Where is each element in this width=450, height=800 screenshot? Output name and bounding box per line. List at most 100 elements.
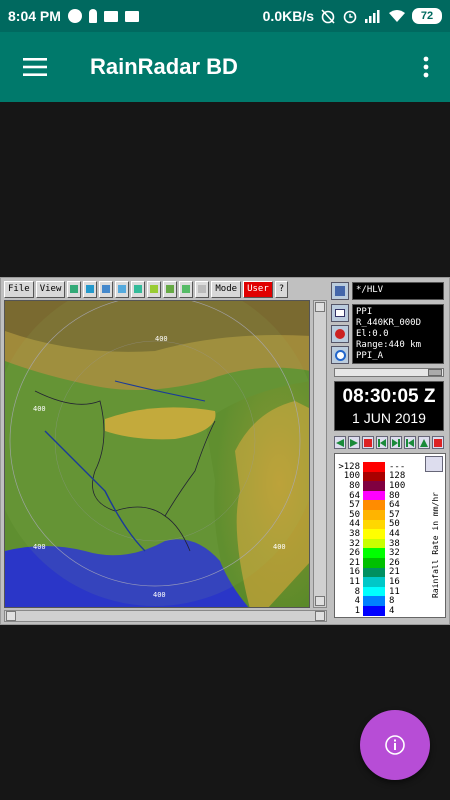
legend-high-value: 32 [389, 548, 400, 559]
scan-info: PPI R_440KR_000D El:0.0 Range:440 km PPI… [352, 304, 444, 364]
legend-low-value: 1 [354, 605, 360, 616]
range-label: 400 [33, 405, 46, 413]
legend-low-value: 57 [349, 500, 360, 511]
legend-swatch [363, 548, 385, 558]
legend-low-value: 100 [343, 471, 360, 482]
legend-low-value: 26 [349, 548, 360, 559]
info-line: R_440KR_000D [356, 318, 422, 328]
time-slider[interactable] [334, 368, 444, 377]
legend-swatch [363, 500, 385, 510]
scroll-left-icon[interactable] [6, 611, 16, 621]
vertical-scrollbar[interactable] [313, 300, 327, 608]
info-line: El:0.0 [356, 329, 389, 339]
overlay-icon[interactable] [163, 280, 178, 298]
wifi-alarm-icon [343, 10, 357, 24]
legend-row: 38 44 [335, 529, 411, 539]
legend-high-value: 16 [389, 576, 400, 587]
legend-row: 64 80 [335, 491, 411, 501]
more-vert-icon[interactable] [402, 32, 450, 102]
legend-swatch [363, 606, 385, 616]
legend-low-value: 44 [349, 519, 360, 530]
measure-icon[interactable] [131, 280, 146, 298]
network-speed: 0.0KB/s [262, 8, 314, 24]
legend-row: 21 26 [335, 558, 411, 568]
calendar-icon[interactable] [331, 304, 349, 322]
play-forward-icon[interactable] [348, 436, 360, 449]
legend-low-value: 38 [349, 528, 360, 539]
scroll-down-icon[interactable] [315, 596, 325, 606]
print-icon[interactable] [179, 280, 194, 298]
rainfall-legend: >128 --- 100 128 80 100 64 80 57 64 50 57 44 50 38 44 32… [334, 453, 446, 618]
help-button[interactable]: ? [274, 280, 289, 298]
info-icon [385, 735, 405, 755]
zoom-icon[interactable] [99, 280, 114, 298]
scroll-up-icon[interactable] [315, 302, 325, 312]
legend-row: 8 11 [335, 587, 411, 597]
info-line: PPI [356, 307, 373, 317]
grid-icon[interactable] [67, 280, 82, 298]
step-back-icon[interactable] [376, 436, 388, 449]
legend-row: 16 21 [335, 567, 411, 578]
layer-icon[interactable] [147, 280, 162, 298]
close-animation-icon[interactable] [432, 436, 444, 449]
legend-row: 50 57 [335, 510, 411, 520]
legend-low-value: 8 [354, 586, 360, 597]
legend-swatch [363, 471, 385, 482]
legend-low-value: 50 [349, 509, 360, 520]
legend-high-value: 100 [389, 480, 406, 491]
legend-row: 48 [335, 596, 411, 606]
legend-swatch [363, 558, 385, 568]
step-forward-icon[interactable] [390, 436, 402, 449]
legend-high-value: 8 [389, 596, 395, 607]
radar-image[interactable]: File View Mode User ? 400 400 400 400 40… [0, 277, 450, 625]
legend-high-value: 21 [389, 567, 400, 578]
scroll-right-icon[interactable] [315, 611, 325, 621]
legend-swatch [363, 567, 385, 578]
legend-settings-icon[interactable] [425, 456, 443, 472]
battery-indicator: 72 [412, 8, 442, 24]
legend-swatch [363, 481, 385, 491]
file-button[interactable]: File [4, 280, 34, 298]
clock-icon[interactable] [331, 346, 349, 364]
pan-icon[interactable] [115, 280, 130, 298]
first-frame-icon[interactable] [404, 436, 416, 449]
range-label: 400 [153, 591, 166, 599]
horizontal-scrollbar[interactable] [4, 610, 327, 622]
loop-icon[interactable] [418, 436, 430, 449]
legend-label: Rainfall Rate in mm/hr [431, 492, 440, 599]
legend-swatch [363, 462, 385, 472]
product-icon[interactable] [331, 282, 349, 300]
legend-row: 100 128 [335, 471, 411, 482]
mail-icon [103, 10, 118, 22]
wifi-icon [389, 10, 405, 22]
slider-thumb[interactable] [428, 369, 442, 376]
user-button[interactable]: User [243, 280, 273, 298]
legend-high-value: 44 [389, 528, 400, 539]
legend-swatch [363, 538, 385, 549]
legend-swatch [363, 577, 385, 587]
range-label: 400 [33, 543, 46, 551]
signal-icon [365, 10, 380, 23]
radar-map[interactable]: 400 400 400 400 400 [4, 300, 310, 608]
status-time: 8:04 PM [8, 8, 61, 24]
product-name: */HLV [352, 282, 444, 300]
legend-swatch [363, 596, 385, 606]
crosshair-icon[interactable] [83, 280, 98, 298]
scan-time: 08:30:05 Z [342, 386, 436, 407]
check-circle-icon [67, 9, 82, 23]
legend-row: 32 38 [335, 539, 411, 549]
mode-button[interactable]: Mode [211, 280, 242, 298]
hamburger-menu-icon[interactable] [0, 32, 70, 102]
view-button[interactable]: View [35, 280, 66, 298]
legend-low-value: 21 [349, 557, 360, 568]
legend-high-value: 64 [389, 500, 400, 511]
legend-row: 26 32 [335, 548, 411, 558]
legend-high-value: 50 [389, 519, 400, 530]
play-backward-icon[interactable] [334, 436, 346, 449]
blank-icon[interactable] [195, 280, 210, 298]
stop-icon[interactable] [362, 436, 374, 449]
heart-icon[interactable] [331, 325, 349, 343]
info-fab-button[interactable] [360, 710, 430, 780]
legend-high-value: 57 [389, 509, 400, 520]
legend-high-value: 38 [389, 538, 400, 549]
